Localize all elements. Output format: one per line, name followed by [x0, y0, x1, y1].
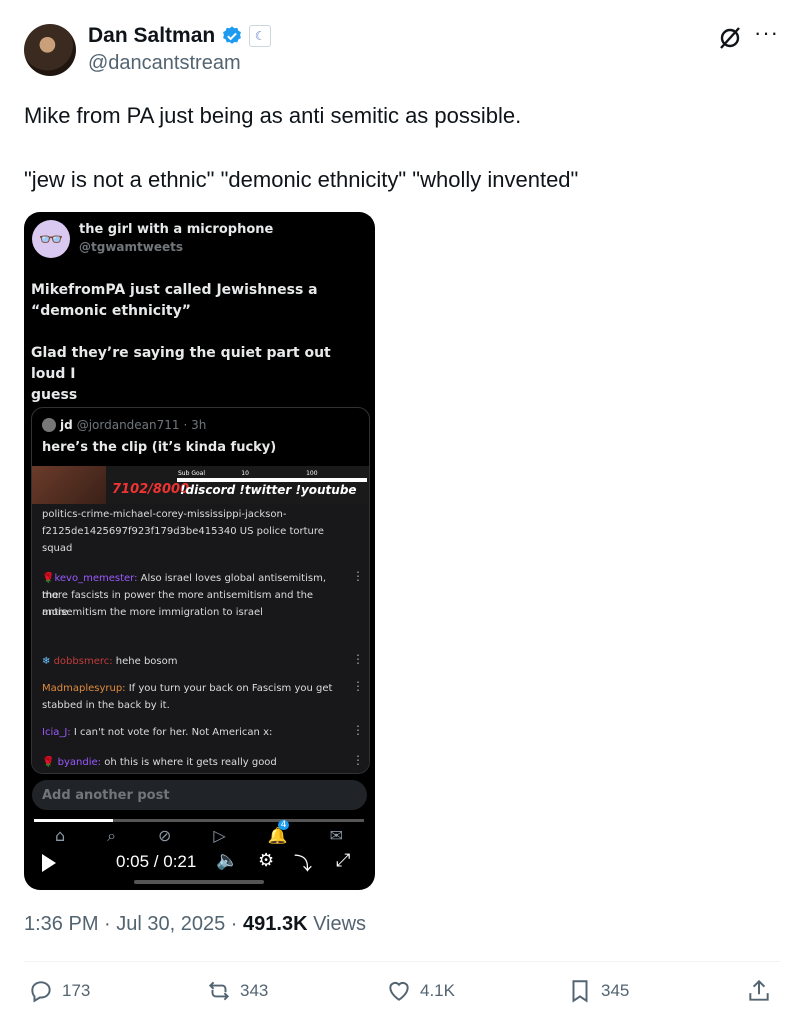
- sub-goal-label: Sub Goal 10 100: [178, 470, 318, 477]
- repost-count: 343: [240, 981, 269, 1000]
- streamer-webcam: [32, 466, 106, 504]
- play-icon[interactable]: [42, 854, 56, 872]
- video-controls: 0:05 / 0:21 🔈 ⚙ ⤵ ⤢: [34, 848, 364, 876]
- badge-icon: 🌹: [42, 757, 55, 768]
- chat-more-icon[interactable]: ⋮: [352, 568, 364, 585]
- tweet-text-line1: Mike from PA just being as anti semitic …: [24, 103, 522, 128]
- snowflake-icon: ❄: [42, 656, 51, 667]
- inner-post-header: jd @jordandean711 · 3h: [42, 418, 206, 432]
- tweet-meta: 1:36 PM · Jul 30, 2025 · 491.3K Views: [24, 913, 366, 936]
- share-button[interactable]: [746, 978, 772, 1004]
- tweet-media-video[interactable]: 👓 the girl with a microphone @tgwamtweet…: [24, 212, 375, 890]
- stream-chat: politics-crime-michael-corey-mississippi…: [32, 504, 369, 773]
- volume-icon[interactable]: 🔈: [216, 850, 238, 871]
- stream-commands: !discord !twitter !youtube: [180, 483, 357, 497]
- chat-more-icon[interactable]: ⋮: [352, 752, 364, 769]
- divider: [24, 961, 780, 962]
- affiliate-badge-icon[interactable]: ☾: [249, 25, 272, 47]
- sub-goal-bar: [177, 478, 367, 482]
- author-name-row[interactable]: Dan Saltman ☾: [88, 24, 272, 48]
- more-options-icon[interactable]: ···: [754, 20, 779, 46]
- like-button[interactable]: 4.1K: [386, 978, 455, 1004]
- inner-author-handle: @jordandean711: [76, 418, 180, 432]
- chat-more-icon[interactable]: ⋮: [352, 678, 364, 695]
- chat-line: antisemitism the more immigration to isr…: [42, 607, 263, 618]
- grok-icon[interactable]: [716, 24, 744, 52]
- quoted-post-text-1: MikefromPA just called Jewishness a “dem…: [31, 282, 318, 319]
- tweet-text-line2: "jew is not a ethnic" "demonic ethnicity…: [24, 167, 579, 192]
- tweet-timestamp[interactable]: 1:36 PM · Jul 30, 2025 ·: [24, 913, 243, 935]
- video-progress-fill: [34, 819, 114, 822]
- home-indicator: [134, 880, 264, 884]
- tweet-actions: 173 343 4.1K 345: [24, 978, 780, 1010]
- repost-button[interactable]: 343: [206, 978, 268, 1004]
- rose-icon: 🌹: [42, 573, 55, 584]
- reply-count: 173: [62, 981, 91, 1000]
- heart-icon: [389, 981, 409, 1001]
- tweet-text: Mike from PA just being as anti semitic …: [24, 100, 764, 196]
- video-progress-bar[interactable]: [34, 819, 364, 822]
- bookmark-count: 345: [601, 981, 630, 1000]
- like-count: 4.1K: [420, 981, 455, 1000]
- pop-out-icon[interactable]: ⤵: [294, 850, 312, 876]
- chat-line: squad: [42, 543, 73, 554]
- add-another-post-input[interactable]: Add another post: [32, 780, 367, 810]
- share-icon: [749, 979, 769, 1001]
- author-avatar[interactable]: [24, 24, 76, 76]
- views-count: 491.3K: [243, 913, 308, 935]
- reply-icon: [31, 981, 51, 1003]
- stream-overlay: Sub Goal 10 100 7102/8000 !discord !twit…: [32, 466, 369, 504]
- fullscreen-icon[interactable]: ⤢: [336, 850, 350, 871]
- chat-message: Madmaplesyrup: If you turn your back on …: [42, 683, 333, 694]
- chat-message: 🌹 byandie: oh this is where it gets real…: [42, 757, 277, 768]
- inner-avatar-icon: [42, 418, 56, 432]
- quoted-post-text-2: Glad they’re saying the quiet part out l…: [31, 345, 331, 403]
- sub-count: 7102/8000: [112, 482, 190, 497]
- chat-message: ❄ dobbsmerc: hehe bosom: [42, 656, 178, 667]
- bookmark-icon: [572, 980, 588, 1003]
- quoted-author-avatar: 👓: [32, 220, 70, 258]
- inner-post-text: here’s the clip (it’s kinda fucky): [42, 440, 277, 455]
- chat-message: Icia_J: I can't not vote for her. Not Am…: [42, 727, 273, 738]
- inner-post-time: · 3h: [183, 418, 207, 432]
- views-label: Views: [307, 913, 367, 935]
- quoted-author-name: the girl with a microphone: [79, 222, 274, 237]
- bookmark-button[interactable]: 345: [567, 978, 629, 1004]
- chat-more-icon[interactable]: ⋮: [352, 722, 364, 739]
- quoted-post-text: MikefromPA just called Jewishness a “dem…: [31, 280, 361, 406]
- chat-line: politics-crime-michael-corey-mississippi…: [42, 509, 287, 520]
- video-time: 0:05 / 0:21: [116, 852, 197, 871]
- verified-badge-icon: [223, 26, 242, 44]
- quoted-author-handle: @tgwamtweets: [79, 240, 183, 254]
- notification-badge: 4: [277, 820, 290, 830]
- chat-line: stabbed in the back by it.: [42, 700, 170, 711]
- author-name[interactable]: Dan Saltman: [88, 24, 215, 48]
- settings-gear-icon[interactable]: ⚙: [258, 850, 274, 871]
- chat-more-icon[interactable]: ⋮: [352, 651, 364, 668]
- inner-author-name: jd: [60, 418, 73, 432]
- chat-line: f2125de1425697f923f179d3be415340 US poli…: [42, 526, 324, 537]
- author-handle[interactable]: @dancantstream: [88, 52, 241, 75]
- repost-icon: [208, 981, 230, 1001]
- reply-button[interactable]: 173: [28, 978, 90, 1004]
- inner-quoted-post: jd @jordandean711 · 3h here’s the clip (…: [31, 407, 370, 774]
